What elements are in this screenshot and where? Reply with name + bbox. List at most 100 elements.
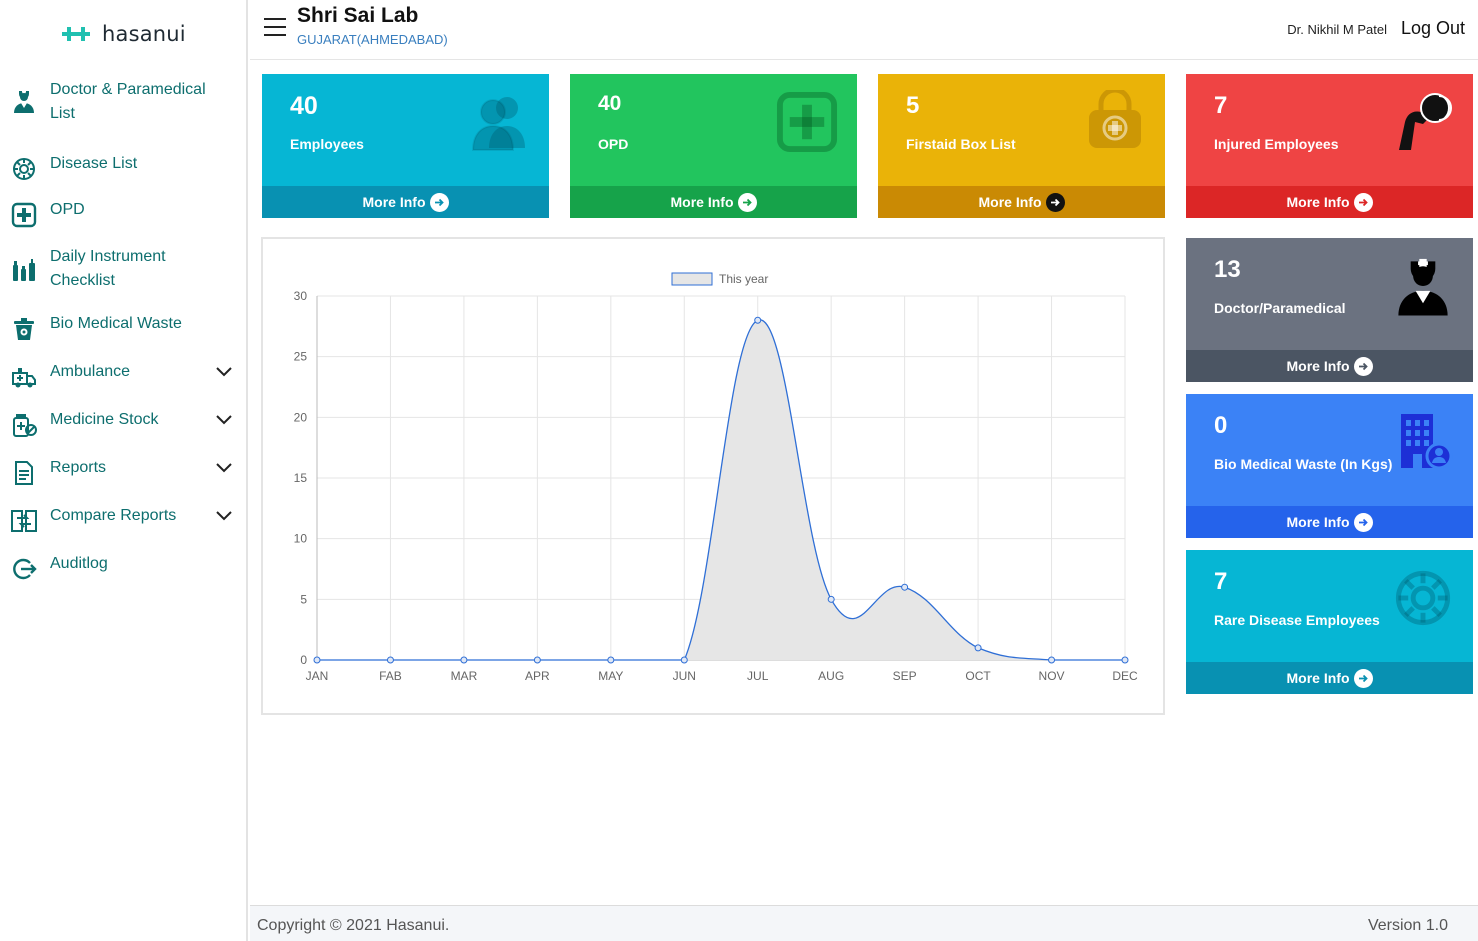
sidebar-item-opd[interactable]: OPD bbox=[0, 198, 246, 228]
topbar: Shri Sai Lab GUJARAT(AHMEDABAD) Dr. Nikh… bbox=[250, 0, 1478, 60]
stat-card-bio-medical-waste-in-kgs: 0 Bio Medical Waste (In Kgs) More Info bbox=[1186, 394, 1473, 538]
x-tick-label: JUL bbox=[747, 669, 769, 683]
more-info-label: More Info bbox=[1286, 670, 1350, 686]
page-footer: Copyright © 2021 Hasanui. Version 1.0 bbox=[250, 905, 1478, 941]
arrow-right-icon bbox=[1353, 192, 1373, 212]
data-point bbox=[680, 656, 688, 664]
sidebar-item-doctor-paramedical-list[interactable]: Doctor & Paramedical List bbox=[0, 78, 246, 126]
more-info-label: More Info bbox=[362, 194, 426, 210]
sidebar-item-daily-instrument-checklist[interactable]: Daily Instrument Checklist bbox=[0, 245, 246, 293]
sidebar-item-compare-reports[interactable]: Compare Reports bbox=[0, 504, 246, 532]
y-tick-label: 0 bbox=[300, 653, 307, 667]
injured-arm-icon bbox=[1391, 90, 1455, 154]
stat-card-rare-disease-employees: 7 Rare Disease Employees More Info bbox=[1186, 550, 1473, 694]
chevron-down-icon[interactable] bbox=[214, 458, 234, 478]
arrow-right-icon bbox=[1353, 668, 1373, 688]
chevron-down-icon[interactable] bbox=[214, 506, 234, 526]
stat-value: 40 bbox=[290, 92, 318, 120]
compare-icon bbox=[9, 506, 39, 536]
data-point bbox=[386, 656, 394, 664]
stat-card-employees: 40 Employees More Info bbox=[262, 74, 549, 218]
arrow-right-icon bbox=[1353, 512, 1373, 532]
x-tick-label: AUG bbox=[818, 669, 844, 683]
doctor-icon bbox=[1391, 254, 1455, 318]
stat-card-opd: 40 OPD More Info bbox=[570, 74, 857, 218]
more-info-label: More Info bbox=[1286, 358, 1350, 374]
y-tick-label: 30 bbox=[294, 289, 308, 303]
brand-logo[interactable]: hasanui bbox=[62, 20, 186, 48]
virus-icon bbox=[1391, 566, 1455, 630]
page-subtitle: GUJARAT(AHMEDABAD) bbox=[297, 32, 448, 47]
series-area bbox=[317, 319, 1125, 660]
sidebar-item-disease-list[interactable]: Disease List bbox=[0, 152, 246, 180]
sidebar-item-label: Disease List bbox=[50, 155, 138, 172]
medical-plus-icon bbox=[775, 90, 839, 154]
more-info-link[interactable]: More Info bbox=[262, 186, 549, 218]
data-point bbox=[901, 583, 909, 591]
stat-label: Employees bbox=[290, 136, 364, 152]
arrow-right-icon bbox=[737, 192, 757, 212]
x-tick-label: OCT bbox=[965, 669, 991, 683]
sidebar-item-reports[interactable]: Reports bbox=[0, 456, 246, 485]
more-info-label: More Info bbox=[670, 194, 734, 210]
version-text: Version 1.0 bbox=[1367, 917, 1448, 934]
sidebar-item-label: OPD bbox=[50, 201, 85, 218]
stat-card-injured-employees: 7 Injured Employees More Info bbox=[1186, 74, 1473, 218]
y-tick-label: 10 bbox=[294, 532, 308, 546]
sidebar-item-label: Medicine Stock bbox=[50, 411, 159, 428]
arrow-right-icon bbox=[1045, 192, 1065, 212]
data-point bbox=[460, 656, 468, 664]
chart-panel: 0 5 10 15 20 25 30 JAN FAB MAR APR MAY JUN JUL AUG SEP O… bbox=[261, 237, 1165, 715]
data-point bbox=[607, 656, 615, 664]
chevron-down-icon[interactable] bbox=[214, 362, 234, 382]
monthly-chart: 0 5 10 15 20 25 30 JAN FAB MAR APR MAY JUN JUL AUG SEP O… bbox=[294, 272, 1138, 683]
y-tick-label: 5 bbox=[300, 592, 307, 606]
data-point bbox=[827, 595, 835, 603]
more-info-link[interactable]: More Info bbox=[1186, 350, 1473, 382]
arrow-right-icon bbox=[429, 192, 449, 212]
copyright-text: Copyright © 2021 Hasanui. bbox=[257, 917, 450, 934]
more-info-label: More Info bbox=[1286, 514, 1350, 530]
medical-plus-icon bbox=[9, 200, 39, 230]
more-info-link[interactable]: More Info bbox=[570, 186, 857, 218]
sidebar-item-label: Daily Instrument Checklist bbox=[50, 248, 166, 289]
stat-label: Firstaid Box List bbox=[906, 136, 1016, 152]
sidebar-item-label: Compare Reports bbox=[50, 507, 177, 524]
arrow-right-icon bbox=[1353, 356, 1373, 376]
more-info-link[interactable]: More Info bbox=[878, 186, 1165, 218]
stat-card-doctor-paramedical: 13 Doctor/Paramedical More Info bbox=[1186, 238, 1473, 382]
sidebar-item-label: Ambulance bbox=[50, 363, 131, 380]
data-point bbox=[313, 656, 321, 664]
x-tick-label: DEC bbox=[1112, 669, 1138, 683]
logout-arrow-icon bbox=[9, 554, 39, 584]
report-icon bbox=[9, 458, 39, 488]
x-tick-label: FAB bbox=[379, 669, 402, 683]
stat-label: Bio Medical Waste (In Kgs) bbox=[1214, 456, 1393, 472]
stat-label: Injured Employees bbox=[1214, 136, 1339, 152]
data-point bbox=[533, 656, 541, 664]
hamburger-menu-icon[interactable] bbox=[264, 17, 286, 37]
stat-label: OPD bbox=[598, 136, 629, 152]
page-title: Shri Sai Lab bbox=[297, 4, 419, 27]
sidebar-item-ambulance[interactable]: Ambulance bbox=[0, 360, 246, 388]
more-info-link[interactable]: More Info bbox=[1186, 186, 1473, 218]
sidebar-item-bio-medical-waste[interactable]: Bio Medical Waste bbox=[0, 312, 246, 340]
stat-value: 13 bbox=[1214, 256, 1241, 283]
medicine-icon bbox=[9, 410, 39, 440]
hospital-building-icon bbox=[1391, 410, 1455, 474]
legend-swatch bbox=[671, 272, 713, 286]
logout-button[interactable]: Log Out bbox=[1401, 18, 1465, 39]
stat-card-firstaid-box-list: 5 Firstaid Box List More Info bbox=[878, 74, 1165, 218]
waste-bin-icon bbox=[9, 314, 39, 344]
firstaid-bag-icon bbox=[1083, 87, 1147, 154]
sidebar-item-medicine-stock[interactable]: Medicine Stock bbox=[0, 408, 246, 437]
more-info-link[interactable]: More Info bbox=[1186, 506, 1473, 538]
x-tick-label: MAR bbox=[451, 669, 478, 683]
data-point bbox=[754, 316, 762, 324]
data-point bbox=[1048, 656, 1056, 664]
y-tick-label: 20 bbox=[294, 410, 308, 424]
chevron-down-icon[interactable] bbox=[214, 410, 234, 430]
sidebar-item-auditlog[interactable]: Auditlog bbox=[0, 552, 246, 580]
more-info-link[interactable]: More Info bbox=[1186, 662, 1473, 694]
more-info-label: More Info bbox=[978, 194, 1042, 210]
